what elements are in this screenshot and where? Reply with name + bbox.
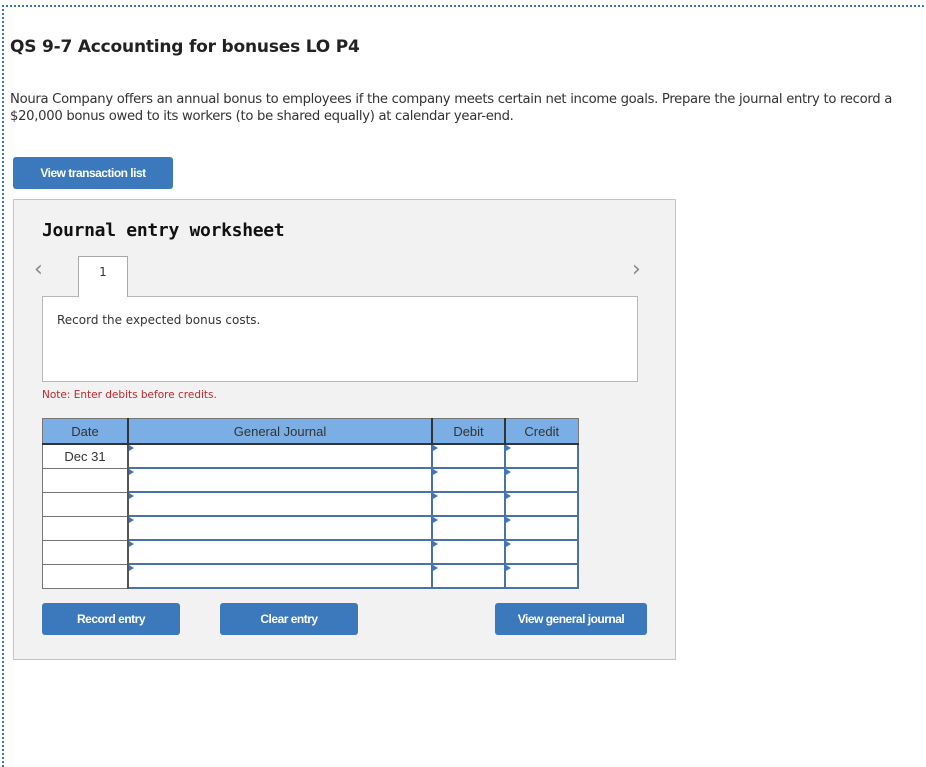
journal-row: Dec 31 xyxy=(42,443,579,469)
journal-row xyxy=(42,563,579,589)
journal-row xyxy=(42,539,579,565)
debit-input-cell xyxy=(431,467,506,493)
account-select[interactable] xyxy=(129,469,431,491)
debit-input[interactable] xyxy=(433,565,504,587)
account-select-cell xyxy=(127,443,433,469)
account-select-cell xyxy=(127,467,433,493)
account-select[interactable] xyxy=(129,517,431,539)
journal-row xyxy=(42,491,579,517)
date-cell xyxy=(42,563,129,589)
journal-row xyxy=(42,467,579,493)
account-select[interactable] xyxy=(129,541,431,563)
credit-input[interactable] xyxy=(506,445,577,467)
account-select-cell xyxy=(127,491,433,517)
header-debit: Debit xyxy=(431,418,506,445)
debit-input[interactable] xyxy=(433,541,504,563)
credit-input[interactable] xyxy=(506,469,577,491)
account-select[interactable] xyxy=(129,493,431,515)
journal-body: Dec 31 xyxy=(42,443,579,589)
debit-input[interactable] xyxy=(433,517,504,539)
date-cell xyxy=(42,491,129,517)
tab-label: 1 xyxy=(99,265,107,279)
debit-input-cell xyxy=(431,443,506,469)
account-select-cell xyxy=(127,539,433,565)
date-cell xyxy=(42,515,129,541)
credit-input-cell xyxy=(504,467,579,493)
note-text: Note: Enter debits before credits. xyxy=(42,389,217,401)
journal-row xyxy=(42,515,579,541)
date-cell: Dec 31 xyxy=(42,443,129,469)
credit-input-cell xyxy=(504,563,579,589)
instruction-box: Record the expected bonus costs. xyxy=(42,296,638,382)
credit-input[interactable] xyxy=(506,493,577,515)
debit-input-cell xyxy=(431,515,506,541)
debit-input-cell xyxy=(431,563,506,589)
worksheet-tab-1[interactable]: 1 xyxy=(78,256,128,297)
account-select[interactable] xyxy=(129,565,431,587)
header-credit: Credit xyxy=(504,418,579,445)
debit-input-cell xyxy=(431,539,506,565)
credit-input-cell xyxy=(504,491,579,517)
header-general-journal: General Journal xyxy=(127,418,433,445)
credit-input-cell xyxy=(504,539,579,565)
question-title: QS 9-7 Accounting for bonuses LO P4 xyxy=(10,37,360,57)
journal-header-row: Date General Journal Debit Credit xyxy=(42,418,579,445)
instruction-text: Record the expected bonus costs. xyxy=(57,313,261,327)
credit-input[interactable] xyxy=(506,541,577,563)
credit-input[interactable] xyxy=(506,565,577,587)
date-cell xyxy=(42,539,129,565)
view-general-journal-button[interactable]: View general journal xyxy=(495,603,647,635)
credit-input-cell xyxy=(504,443,579,469)
clear-entry-button[interactable]: Clear entry xyxy=(220,603,358,635)
question-description: Noura Company offers an annual bonus to … xyxy=(10,92,892,124)
journal-table: Date General Journal Debit Credit Dec 31 xyxy=(42,418,579,589)
debit-input[interactable] xyxy=(433,469,504,491)
chevron-right-icon[interactable]: › xyxy=(632,259,648,281)
debit-input[interactable] xyxy=(433,493,504,515)
view-transaction-list-button[interactable]: View transaction list xyxy=(13,157,173,189)
credit-input[interactable] xyxy=(506,517,577,539)
record-entry-button[interactable]: Record entry xyxy=(42,603,180,635)
account-select-cell xyxy=(127,563,433,589)
account-select-cell xyxy=(127,515,433,541)
debit-input-cell xyxy=(431,491,506,517)
journal-entry-worksheet-panel: Journal entry worksheet ‹ › 1 Record the… xyxy=(13,199,676,660)
credit-input-cell xyxy=(504,515,579,541)
date-cell xyxy=(42,467,129,493)
account-select[interactable] xyxy=(129,445,431,467)
chevron-left-icon[interactable]: ‹ xyxy=(34,259,50,281)
header-date: Date xyxy=(42,418,129,445)
debit-input[interactable] xyxy=(433,445,504,467)
worksheet-title: Journal entry worksheet xyxy=(42,220,285,241)
